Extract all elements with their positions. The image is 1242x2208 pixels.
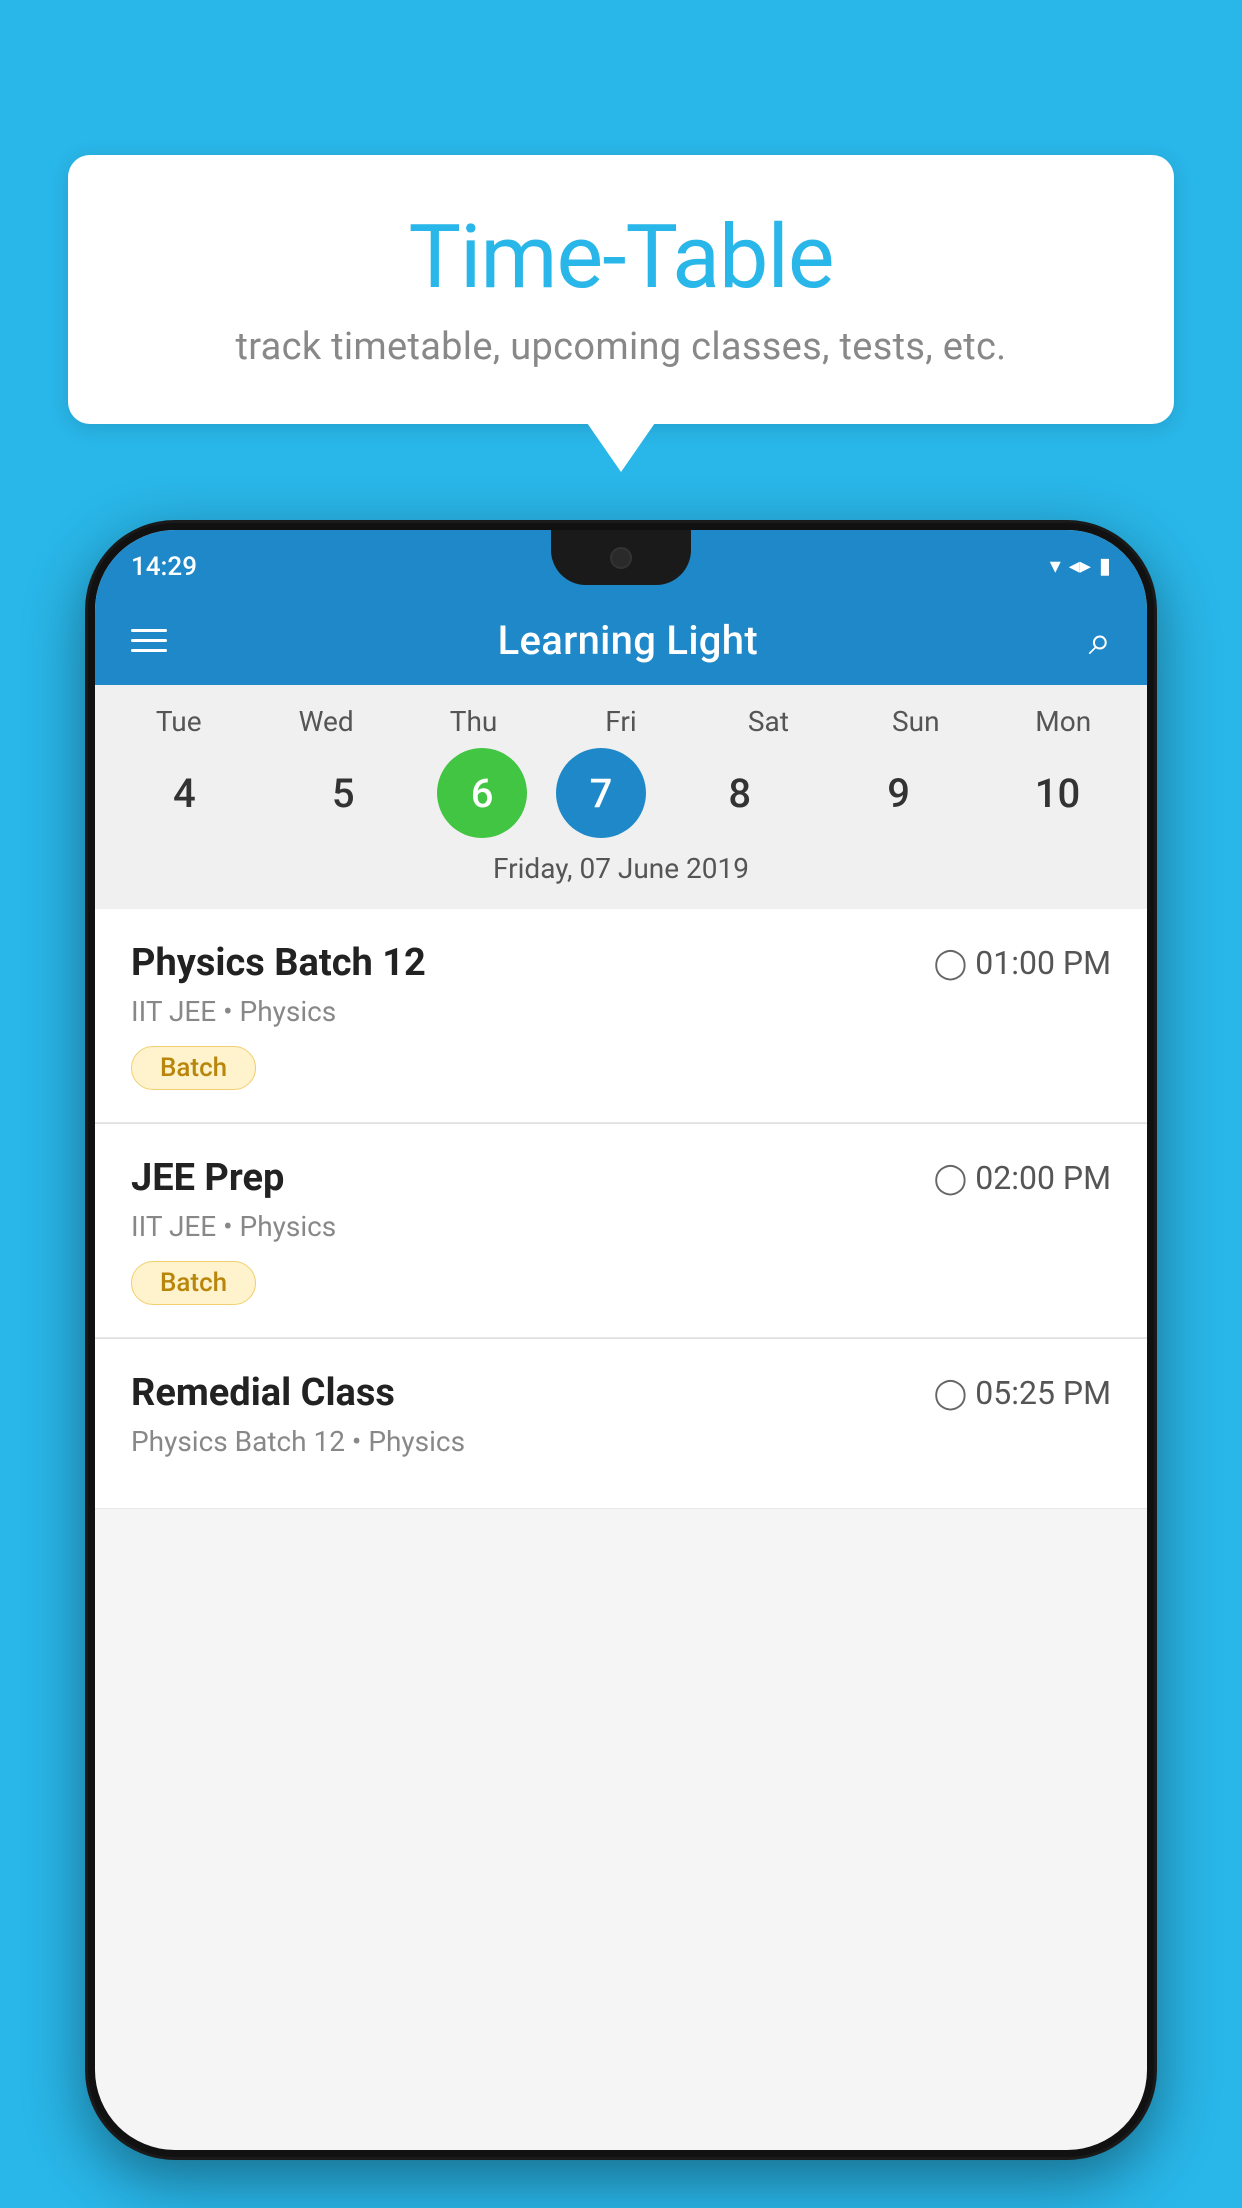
wifi-icon: ▾	[1050, 554, 1061, 579]
phone-container: 14:29 ▾ ◂▸ ▮ Learning Light ⌕	[85, 520, 1157, 2208]
schedule-item-physics-batch[interactable]: Physics Batch 12 ◯ 01:00 PM IIT JEE • Ph…	[95, 909, 1147, 1123]
class-name-2: JEE Prep	[131, 1156, 284, 1200]
hamburger-menu-button[interactable]	[131, 629, 167, 652]
class-time-3: ◯ 05:25 PM	[934, 1374, 1111, 1412]
day-10[interactable]: 10	[992, 748, 1122, 838]
day-label-wed: Wed	[261, 705, 391, 738]
bubble-subtitle: track timetable, upcoming classes, tests…	[128, 325, 1114, 369]
batch-tag-1: Batch	[131, 1046, 256, 1090]
camera-dot	[610, 547, 632, 569]
day-numbers: 4 5 6 7 8 9 10	[95, 748, 1147, 838]
search-icon[interactable]: ⌕	[1089, 617, 1111, 664]
day-5[interactable]: 5	[278, 748, 408, 838]
day-label-sun: Sun	[851, 705, 981, 738]
calendar-strip: Tue Wed Thu Fri Sat Sun Mon 4 5 6 7 8 9 …	[95, 685, 1147, 909]
clock-icon-1: ◯	[934, 946, 968, 981]
bubble-title: Time-Table	[128, 210, 1114, 307]
clock-icon-2: ◯	[934, 1161, 968, 1196]
selected-date: Friday, 07 June 2019	[95, 852, 1147, 899]
schedule-item-jee-prep[interactable]: JEE Prep ◯ 02:00 PM IIT JEE • Physics Ba…	[95, 1124, 1147, 1338]
speech-bubble-container: Time-Table track timetable, upcoming cla…	[68, 155, 1174, 424]
day-9[interactable]: 9	[834, 748, 964, 838]
class-time-2: ◯ 02:00 PM	[934, 1159, 1111, 1197]
class-details-1: IIT JEE • Physics	[131, 995, 1111, 1028]
day-label-fri: Fri	[556, 705, 686, 738]
day-8[interactable]: 8	[675, 748, 805, 838]
day-6-today[interactable]: 6	[437, 748, 527, 838]
schedule-item-header-3: Remedial Class ◯ 05:25 PM	[131, 1371, 1111, 1415]
day-label-sat: Sat	[703, 705, 833, 738]
app-title: Learning Light	[498, 617, 758, 664]
class-name-1: Physics Batch 12	[131, 941, 426, 985]
day-label-tue: Tue	[114, 705, 244, 738]
phone-screen: 14:29 ▾ ◂▸ ▮ Learning Light ⌕	[95, 530, 1147, 2150]
day-label-thu: Thu	[409, 705, 539, 738]
day-7-selected[interactable]: 7	[556, 748, 646, 838]
schedule-item-remedial[interactable]: Remedial Class ◯ 05:25 PM Physics Batch …	[95, 1339, 1147, 1509]
day-label-mon: Mon	[998, 705, 1128, 738]
time-value-3: 05:25 PM	[975, 1374, 1111, 1412]
schedule-item-header-1: Physics Batch 12 ◯ 01:00 PM	[131, 941, 1111, 985]
time-value-2: 02:00 PM	[975, 1159, 1111, 1197]
time-value-1: 01:00 PM	[975, 944, 1111, 982]
batch-tag-2: Batch	[131, 1261, 256, 1305]
class-time-1: ◯ 01:00 PM	[934, 944, 1111, 982]
schedule-list: Physics Batch 12 ◯ 01:00 PM IIT JEE • Ph…	[95, 909, 1147, 1509]
day-headers: Tue Wed Thu Fri Sat Sun Mon	[95, 705, 1147, 738]
class-name-3: Remedial Class	[131, 1371, 395, 1415]
notch	[551, 530, 691, 585]
app-header: Learning Light ⌕	[95, 595, 1147, 685]
status-icons: ▾ ◂▸ ▮	[1050, 554, 1111, 579]
battery-icon: ▮	[1099, 554, 1111, 579]
day-4[interactable]: 4	[119, 748, 249, 838]
phone-frame: 14:29 ▾ ◂▸ ▮ Learning Light ⌕	[85, 520, 1157, 2160]
status-time: 14:29	[131, 552, 197, 582]
class-details-2: IIT JEE • Physics	[131, 1210, 1111, 1243]
speech-bubble: Time-Table track timetable, upcoming cla…	[68, 155, 1174, 424]
clock-icon-3: ◯	[934, 1376, 968, 1411]
signal-icon: ◂▸	[1069, 554, 1091, 579]
class-details-3: Physics Batch 12 • Physics	[131, 1425, 1111, 1458]
schedule-item-header-2: JEE Prep ◯ 02:00 PM	[131, 1156, 1111, 1200]
